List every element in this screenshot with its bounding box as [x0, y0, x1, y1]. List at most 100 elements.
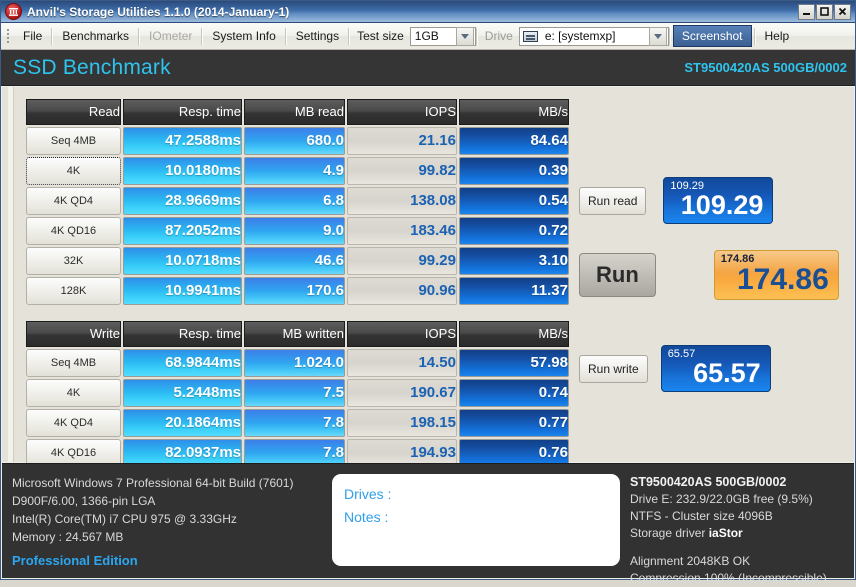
write-score-value: 65.57 — [693, 358, 761, 388]
write-mbs-value: 57.98 — [459, 349, 569, 377]
read-col-header-resp: Resp. time — [123, 99, 242, 125]
storage-driver-row: Storage driver iaStor — [630, 525, 856, 542]
read-iops-value: 90.96 — [347, 277, 457, 305]
write-score-box: 65.57 65.57 — [660, 345, 771, 392]
total-score-value: 174.86 — [737, 263, 829, 296]
read-iops-value: 21.16 — [347, 127, 457, 155]
write-row-button[interactable]: 4K QD4 — [26, 409, 121, 437]
drive-label: Drive — [484, 29, 513, 43]
run-control-group: Run 174.86 174.86 — [579, 250, 839, 300]
test-size-dropdown[interactable]: 1GB — [409, 26, 476, 46]
read-row-button[interactable]: 4K — [26, 157, 121, 185]
menu-toolbar: File Benchmarks IOmeter System Info Sett… — [1, 23, 855, 50]
menu-item-iometer: IOmeter — [149, 29, 193, 43]
table-row: 4K QD4 28.9669ms 6.8 138.08 0.54 — [26, 187, 569, 215]
write-col-header-resp: Resp. time — [123, 321, 242, 347]
menu-item-settings[interactable]: Settings — [287, 25, 348, 47]
read-mbs-value: 0.39 — [459, 157, 569, 185]
notes-box[interactable]: Drives : Notes : — [332, 474, 620, 566]
drive-model: ST9500420AS 500GB/0002 — [630, 475, 787, 489]
write-row-button[interactable]: Seq 4MB — [26, 349, 121, 377]
edition-label: Professional Edition — [12, 553, 138, 568]
run-button[interactable]: Run — [579, 253, 656, 297]
write-iops-value: 190.67 — [347, 379, 457, 407]
read-resp-value: 87.2052ms — [123, 217, 242, 245]
table-row: 128K 10.9941ms 170.6 90.96 11.37 — [26, 277, 569, 305]
left-scroll-strip[interactable] — [8, 87, 14, 462]
write-score-caption: 65.57 — [667, 348, 696, 360]
toolbar-grip[interactable] — [5, 27, 11, 45]
write-results-table: Write Resp. time MB written IOPS MB/s Se… — [24, 319, 571, 469]
main-panel: Read Resp. time MB read IOPS MB/s Seq 4M… — [2, 87, 854, 467]
run-read-button[interactable]: Run read — [579, 186, 647, 215]
read-iops-value: 138.08 — [347, 187, 457, 215]
read-row-button[interactable]: 4K QD16 — [26, 217, 121, 245]
drive-dropdown[interactable]: e: [systemxp] — [518, 26, 669, 46]
read-results-table: Read Resp. time MB read IOPS MB/s Seq 4M… — [24, 97, 571, 307]
window-controls — [798, 3, 853, 20]
maximize-icon[interactable] — [816, 3, 833, 20]
write-resp-value: 20.1864ms — [123, 409, 242, 437]
read-mb-value: 680.0 — [244, 127, 345, 155]
read-row-button[interactable]: 128K — [26, 277, 121, 305]
write-mb-value: 7.8 — [244, 409, 345, 437]
read-resp-value: 10.9941ms — [123, 277, 242, 305]
write-col-header-write: Write — [26, 321, 121, 347]
drive-icon — [522, 30, 538, 42]
write-col-header-mbs: MB/s — [459, 321, 569, 347]
chevron-down-icon[interactable] — [455, 26, 474, 46]
menu-item-help[interactable]: Help — [756, 25, 799, 47]
drive-compression: Compression 100% (Incompressible) — [630, 571, 827, 585]
close-icon[interactable] — [834, 3, 851, 20]
read-iops-value: 183.46 — [347, 217, 457, 245]
write-mb-value: 1.024.0 — [244, 349, 345, 377]
read-resp-value: 28.9669ms — [123, 187, 242, 215]
chevron-down-icon[interactable] — [648, 26, 667, 46]
read-mbs-value: 0.72 — [459, 217, 569, 245]
read-resp-value: 47.2588ms — [123, 127, 242, 155]
read-score-box: 109.29 109.29 — [663, 177, 774, 224]
table-row: 4K QD4 20.1864ms 7.8 198.15 0.77 — [26, 409, 569, 437]
header-drive-model: ST9500420AS 500GB/0002 — [684, 60, 847, 75]
benchmark-header: SSD Benchmark ST9500420AS 500GB/0002 — [1, 50, 855, 86]
write-mb-value: 7.5 — [244, 379, 345, 407]
table-row: 32K 10.0718ms 46.6 99.29 3.10 — [26, 247, 569, 275]
write-iops-value: 14.50 — [347, 349, 457, 377]
read-mb-value: 6.8 — [244, 187, 345, 215]
table-row: 4K 10.0180ms 4.9 99.82 0.39 — [26, 157, 569, 185]
menu-item-benchmarks[interactable]: Benchmarks — [53, 25, 138, 47]
menu-separator — [668, 27, 671, 45]
system-os: Microsoft Windows 7 Professional 64-bit … — [12, 476, 294, 490]
read-resp-value: 10.0180ms — [123, 157, 242, 185]
read-resp-value: 10.0718ms — [123, 247, 242, 275]
notes-area: Drives : Notes : — [332, 474, 620, 570]
window-title: Anvil's Storage Utilities 1.1.0 (2014-Ja… — [27, 4, 290, 19]
read-col-header-mbs: MB/s — [459, 99, 569, 125]
read-row-button[interactable]: 4K QD4 — [26, 187, 121, 215]
menu-item-system-info[interactable]: System Info — [203, 25, 284, 47]
write-resp-value: 68.9844ms — [123, 349, 242, 377]
write-iops-value: 198.15 — [347, 409, 457, 437]
table-header-row: Write Resp. time MB written IOPS MB/s — [26, 321, 569, 347]
screenshot-button[interactable]: Screenshot — [672, 25, 752, 47]
write-control-group: Run write 65.57 65.57 — [579, 345, 771, 392]
anvil-icon — [5, 3, 22, 20]
read-mbs-value: 11.37 — [459, 277, 569, 305]
drive-capacity: Drive E: 232.9/22.0GB free (9.5%) — [630, 492, 813, 506]
status-footer: Microsoft Windows 7 Professional 64-bit … — [2, 463, 856, 585]
menu-item-file[interactable]: File — [14, 25, 51, 47]
read-col-header-mb: MB read — [244, 99, 345, 125]
page-title: SSD Benchmark — [13, 55, 171, 79]
table-row: 4K 5.2448ms 7.5 190.67 0.74 — [26, 379, 569, 407]
run-write-button[interactable]: Run write — [579, 354, 648, 383]
write-row-button[interactable]: 4K — [26, 379, 121, 407]
write-resp-value: 5.2448ms — [123, 379, 242, 407]
read-row-button[interactable]: 32K — [26, 247, 121, 275]
drive-info-spacer — [630, 542, 856, 553]
drive-alignment: Alignment 2048KB OK — [630, 554, 751, 568]
system-info-block: Microsoft Windows 7 Professional 64-bit … — [12, 474, 322, 570]
read-control-group: Run read 109.29 109.29 — [579, 177, 774, 224]
read-row-button[interactable]: Seq 4MB — [26, 127, 121, 155]
write-col-header-iops: IOPS — [347, 321, 457, 347]
minimize-icon[interactable] — [798, 3, 815, 20]
